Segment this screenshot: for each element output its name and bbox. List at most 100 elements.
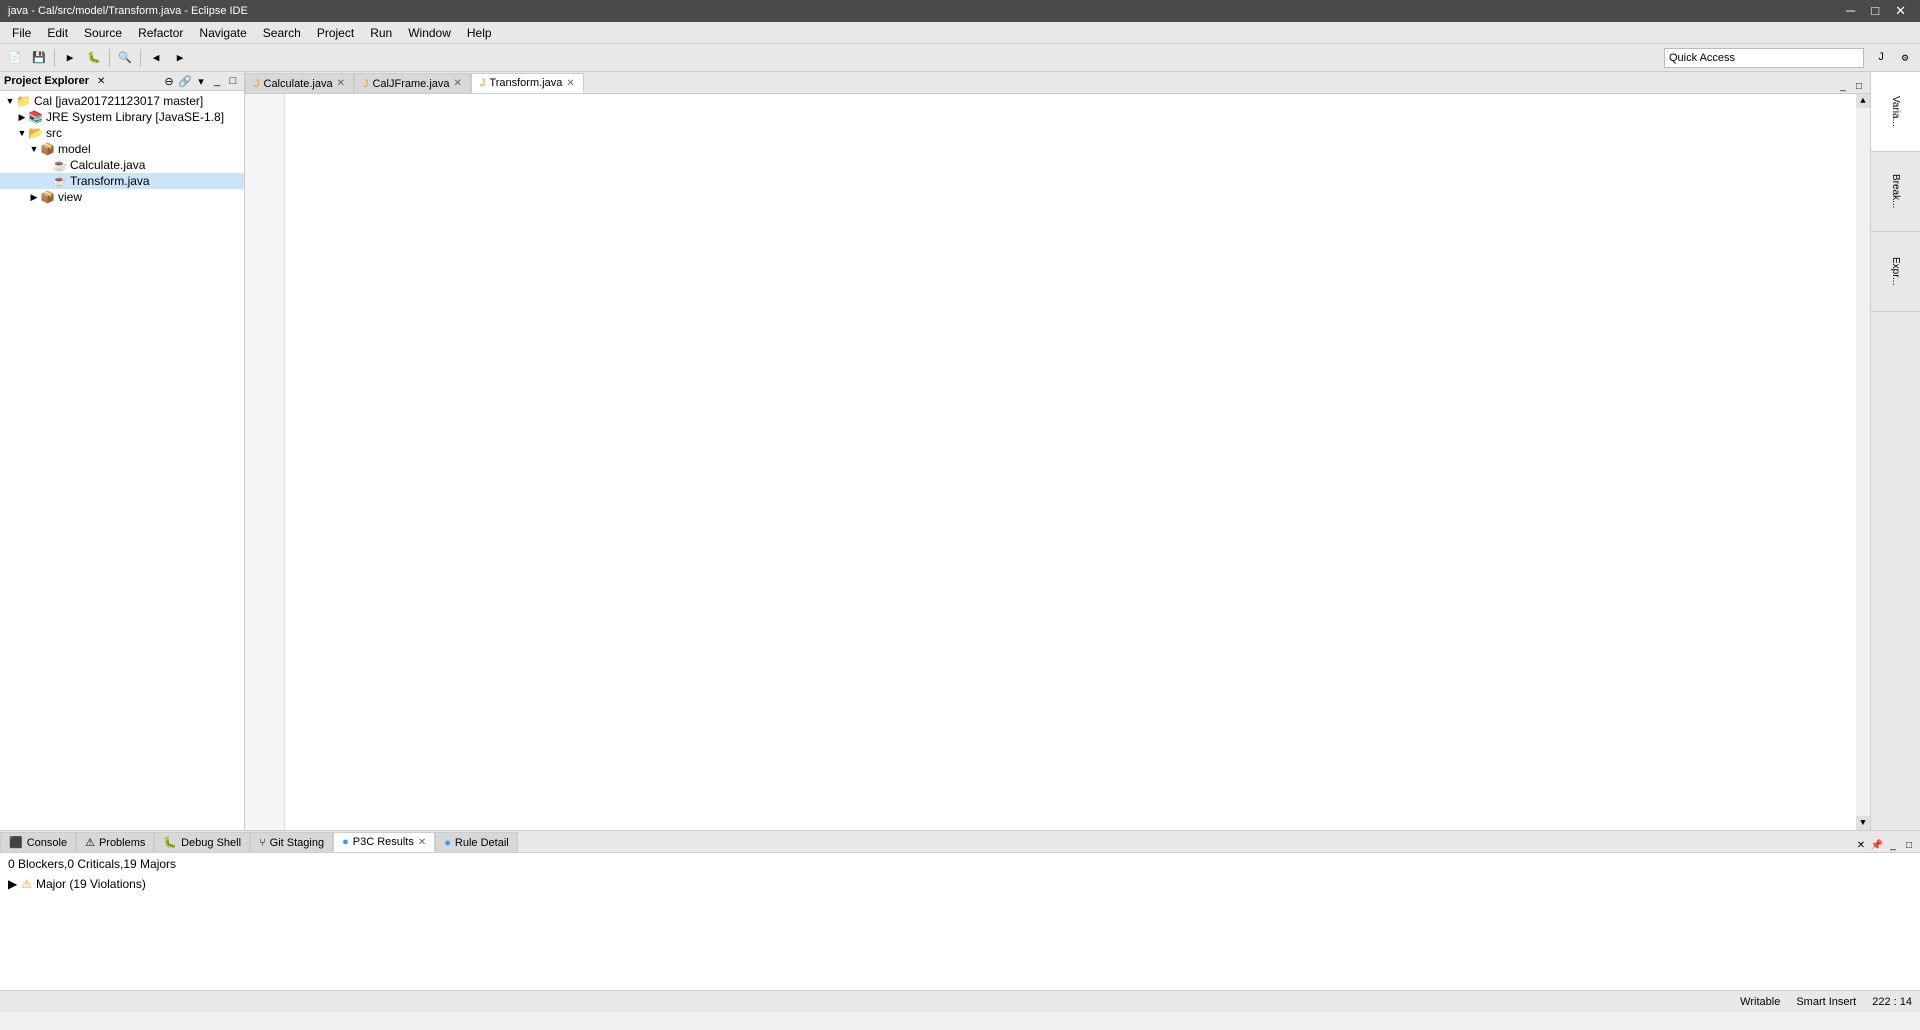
tab-transform[interactable]: J Transform.java ✕: [471, 73, 584, 93]
editor-scrollbar[interactable]: ▲ ▼: [1856, 94, 1870, 830]
project-explorer: Project Explorer ✕ ⊖ 🔗 ▾ _ □ ▼ 📁 Cal [ja…: [0, 72, 245, 830]
library-icon: 📚: [28, 110, 44, 124]
toolbar-search[interactable]: 🔍: [114, 47, 136, 69]
tab-label-calculate: Calculate.java: [264, 78, 333, 90]
pe-link-icon[interactable]: 🔗: [178, 74, 192, 88]
tab-label-transform: Transform.java: [489, 77, 562, 89]
rp-tab-label-expressions: Expr...: [1890, 257, 1901, 285]
tree-arrow-src[interactable]: ▼: [16, 128, 28, 138]
menu-refactor[interactable]: Refactor: [130, 24, 191, 42]
btab-ruledetail[interactable]: ● Rule Detail: [435, 832, 517, 852]
violation-group-label: Major (19 Violations): [36, 877, 146, 891]
p3c-summary: 0 Blockers,0 Criticals,19 Majors: [8, 857, 1912, 871]
tab-close-calculate[interactable]: ✕: [337, 78, 345, 89]
btab-label-problems: Problems: [99, 837, 145, 849]
menu-window[interactable]: Window: [400, 24, 459, 42]
bottom-maximize-icon[interactable]: □: [1902, 838, 1916, 852]
toolbar-separator-2: [109, 49, 110, 67]
tab-close-transform[interactable]: ✕: [566, 78, 574, 89]
menu-help[interactable]: Help: [459, 24, 500, 42]
btab-debugshell[interactable]: 🐛 Debug Shell: [154, 832, 250, 852]
rp-tab-breakpoints[interactable]: Break...: [1871, 152, 1920, 232]
tree-item-jre[interactable]: ▶ 📚 JRE System Library [JavaSE-1.8]: [0, 109, 244, 125]
menu-project[interactable]: Project: [309, 24, 362, 42]
rp-tab-variables[interactable]: Varia...: [1871, 72, 1920, 152]
pe-collapse-icon[interactable]: ⊖: [162, 74, 176, 88]
bottom-content: 0 Blockers,0 Criticals,19 Majors ▶ ⚠ Maj…: [0, 853, 1920, 990]
project-explorer-content: ▼ 📁 Cal [java201721123017 master] ▶ 📚 JR…: [0, 91, 244, 830]
scroll-down-arrow[interactable]: ▼: [1856, 816, 1870, 830]
btab-p3c[interactable]: ● P3C Results ✕: [333, 832, 435, 852]
code-content[interactable]: [285, 94, 1856, 830]
tree-arrow-jre[interactable]: ▶: [16, 112, 28, 123]
quick-access-input[interactable]: Quick Access: [1664, 48, 1864, 68]
editor-maximize-icon[interactable]: □: [1852, 79, 1866, 93]
bottom-minimize-icon[interactable]: _: [1886, 838, 1900, 852]
pe-minimize-icon[interactable]: _: [210, 74, 224, 88]
btab-problems[interactable]: ⚠ Problems: [76, 832, 154, 852]
menu-source[interactable]: Source: [76, 24, 130, 42]
status-insert-mode: Smart Insert: [1796, 996, 1856, 1008]
window-controls[interactable]: ─ □ ✕: [1840, 3, 1912, 19]
editor-tabs: J Calculate.java ✕ J CalJFrame.java ✕ J …: [245, 72, 1870, 94]
tree-arrow-model[interactable]: ▼: [28, 144, 40, 154]
tree-item-model[interactable]: ▼ 📦 model: [0, 141, 244, 157]
violation-expand-arrow[interactable]: ▶: [8, 877, 17, 891]
minimize-button[interactable]: ─: [1840, 3, 1861, 19]
pe-maximize-icon[interactable]: □: [226, 74, 240, 88]
tree-item-transform[interactable]: ☕ Transform.java: [0, 173, 244, 189]
tree-arrow-view[interactable]: ▶: [28, 192, 40, 203]
pe-menu-icon[interactable]: ▾: [194, 74, 208, 88]
tree-item-view[interactable]: ▶ 📦 view: [0, 189, 244, 205]
menu-search[interactable]: Search: [255, 24, 309, 42]
tree-label-jre: JRE System Library [JavaSE-1.8]: [46, 110, 224, 124]
scroll-up-arrow[interactable]: ▲: [1856, 94, 1870, 108]
toolbar-separator-3: [140, 49, 141, 67]
project-explorer-header: Project Explorer ✕ ⊖ 🔗 ▾ _ □: [0, 72, 244, 91]
code-editor[interactable]: ▲ ▼: [245, 94, 1870, 830]
tree-item-cal[interactable]: ▼ 📁 Cal [java201721123017 master]: [0, 93, 244, 109]
tab-calJFrame[interactable]: J CalJFrame.java ✕: [354, 73, 471, 93]
violation-group-major[interactable]: ▶ ⚠ Major (19 Violations): [8, 875, 1912, 893]
toolbar-save[interactable]: 💾: [28, 47, 50, 69]
right-panel-tabs: Varia... Break... Expr...: [1871, 72, 1920, 312]
btab-label-ruledetail: Rule Detail: [455, 837, 509, 849]
btab-console[interactable]: ⬛ Console: [0, 832, 76, 852]
quick-access-label: Quick Access: [1669, 52, 1735, 64]
project-icon: 📁: [16, 94, 32, 108]
rp-tab-expressions[interactable]: Expr...: [1871, 232, 1920, 312]
menu-run[interactable]: Run: [362, 24, 400, 42]
btab-close-p3c[interactable]: ✕: [418, 837, 426, 848]
btab-icon-gitstaging: ⑂: [259, 837, 266, 849]
bottom-tabs: ⬛ Console ⚠ Problems 🐛 Debug Shell ⑂ Git…: [0, 831, 1920, 853]
tree-label-calculate: Calculate.java: [70, 158, 145, 172]
bottom-pin-icon[interactable]: 📌: [1870, 838, 1884, 852]
toolbar-new[interactable]: 📄: [4, 47, 26, 69]
close-button[interactable]: ✕: [1889, 3, 1912, 19]
toolbar-run[interactable]: ▶: [59, 47, 81, 69]
btab-label-console: Console: [27, 837, 67, 849]
menu-edit[interactable]: Edit: [39, 24, 76, 42]
btab-icon-p3c: ●: [342, 836, 349, 848]
toolbar-perspective-debug[interactable]: ⚙: [1894, 47, 1916, 69]
tree-label-cal: Cal [java201721123017 master]: [34, 94, 203, 108]
tree-item-calculate[interactable]: ☕ Calculate.java: [0, 157, 244, 173]
bottom-close-icon[interactable]: ✕: [1854, 838, 1868, 852]
violation-icon: ⚠: [21, 877, 32, 891]
menu-file[interactable]: File: [4, 24, 39, 42]
editor-minimize-icon[interactable]: _: [1836, 79, 1850, 93]
maximize-button[interactable]: □: [1865, 3, 1885, 19]
toolbar-back[interactable]: ◀: [145, 47, 167, 69]
tab-icon-calJFrame: J: [363, 78, 369, 90]
tab-close-calJFrame[interactable]: ✕: [454, 78, 462, 89]
pe-close-icon[interactable]: ✕: [97, 76, 105, 87]
src-folder-icon: 📂: [28, 126, 44, 140]
tree-item-src[interactable]: ▼ 📂 src: [0, 125, 244, 141]
toolbar-perspective-java[interactable]: J: [1870, 47, 1892, 69]
tree-arrow-cal[interactable]: ▼: [4, 96, 16, 106]
tab-calculate[interactable]: J Calculate.java ✕: [245, 73, 354, 93]
toolbar-debug[interactable]: 🐛: [83, 47, 105, 69]
menu-navigate[interactable]: Navigate: [191, 24, 254, 42]
btab-gitstaging[interactable]: ⑂ Git Staging: [250, 832, 333, 852]
toolbar-forward[interactable]: ▶: [169, 47, 191, 69]
